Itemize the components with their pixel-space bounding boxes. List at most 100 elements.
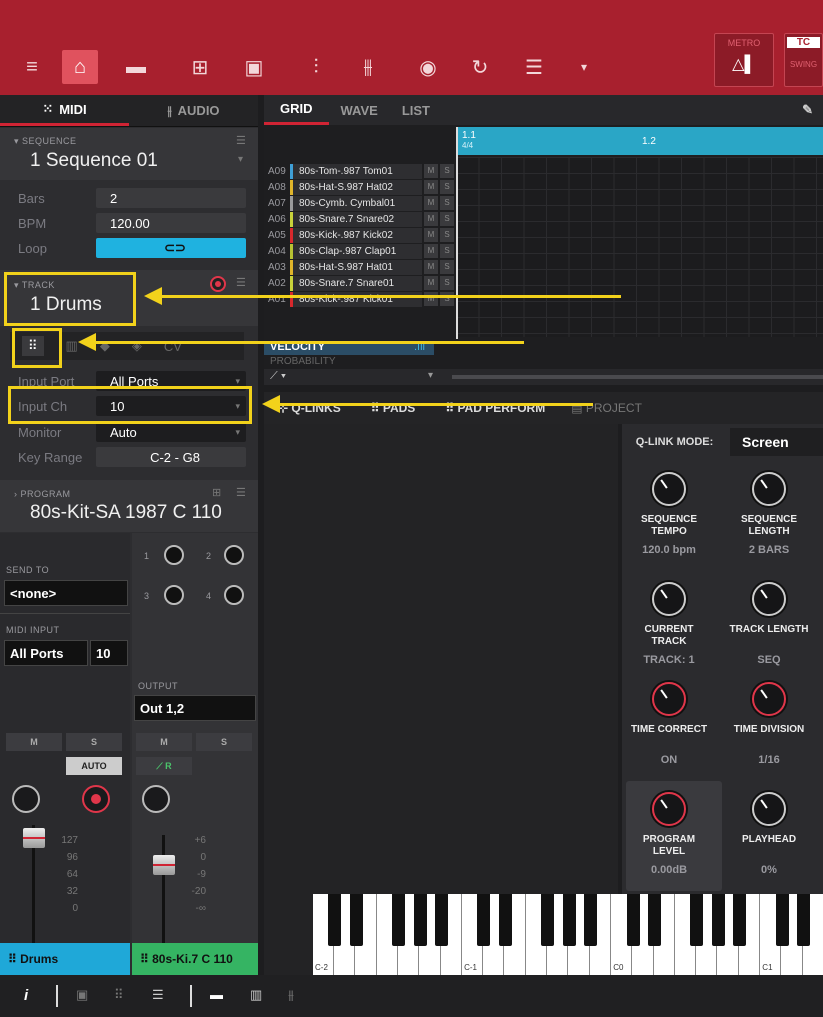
looper-icon[interactable]: ↻: [462, 50, 498, 84]
channel-mixer-icon[interactable]: ⫵: [350, 50, 386, 84]
track-pan-knob[interactable]: [12, 785, 40, 813]
note-grid[interactable]: [456, 157, 823, 337]
solo-button[interactable]: S: [440, 260, 454, 274]
midi-input-port-select[interactable]: All Ports: [4, 640, 88, 666]
sample-edit-icon[interactable]: ▣: [236, 50, 272, 84]
track-record-knob[interactable]: [82, 785, 110, 813]
monitor-select[interactable]: Auto ▾: [96, 422, 246, 442]
program-header[interactable]: › PROGRAM 80s-Kit-SA 1987 C 110 ⊞ ☰: [0, 480, 258, 532]
pad-track-row[interactable]: A01 80s-Kick-.987 Kick01 M S: [264, 291, 454, 307]
black-key[interactable]: [392, 894, 406, 946]
bars-field[interactable]: 2: [96, 188, 246, 208]
mute-button[interactable]: M: [424, 164, 438, 178]
track-fader[interactable]: [23, 828, 45, 848]
playhead[interactable]: [456, 127, 458, 339]
chevron-down-icon[interactable]: ▾: [428, 370, 433, 381]
square-icon[interactable]: ▣: [76, 987, 88, 1003]
chevron-down-icon[interactable]: ▾: [238, 154, 243, 165]
solo-button[interactable]: S: [440, 196, 454, 210]
piano-keyboard[interactable]: C-2 C-1 C0 C1: [313, 894, 823, 975]
mixer-icon[interactable]: ⫶: [298, 50, 334, 84]
black-key[interactable]: [647, 894, 661, 946]
list-icon[interactable]: ☰: [236, 134, 246, 147]
black-key[interactable]: [328, 894, 342, 946]
qlink-knob[interactable]: [652, 582, 686, 616]
horizontal-scrollbar[interactable]: [452, 375, 823, 379]
pad-track-row[interactable]: A05 80s-Kick-.987 Kick02 M S: [264, 227, 454, 243]
add-icon[interactable]: ⊞: [212, 486, 221, 499]
solo-button[interactable]: S: [440, 180, 454, 194]
menu-icon[interactable]: ≡: [14, 50, 50, 84]
program-fader[interactable]: [153, 855, 175, 875]
black-key[interactable]: [711, 894, 725, 946]
mute-button[interactable]: M: [424, 276, 438, 290]
keygroup-type-icon[interactable]: ▥: [66, 338, 78, 354]
send-2-knob[interactable]: [224, 545, 244, 565]
program-mute-button[interactable]: M: [136, 733, 192, 751]
bar-view-icon[interactable]: ▬: [210, 987, 223, 1002]
solo-button[interactable]: S: [440, 228, 454, 242]
probability-lane-label[interactable]: PROBABILITY: [264, 356, 434, 364]
program-pan-knob[interactable]: [142, 785, 170, 813]
mute-button[interactable]: M: [424, 228, 438, 242]
list-view-icon[interactable]: ☰: [152, 987, 164, 1003]
pad-track-row[interactable]: A03 80s-Hat-S.987 Hat01 M S: [264, 259, 454, 275]
main-view-icon[interactable]: ▬: [118, 50, 154, 84]
qlink-knob[interactable]: [752, 472, 786, 506]
track-mute-button[interactable]: M: [6, 733, 62, 751]
mute-button[interactable]: M: [424, 260, 438, 274]
qlink-knob[interactable]: [652, 472, 686, 506]
output-select[interactable]: Out 1,2: [134, 695, 256, 721]
pad-track-row[interactable]: A04 80s-Clap-.987 Clap01 M S: [264, 243, 454, 259]
pad-track-row[interactable]: A08 80s-Hat-S.987 Hat02 M S: [264, 179, 454, 195]
tab-midi[interactable]: ⁙ MIDI: [0, 95, 129, 126]
black-key[interactable]: [541, 894, 555, 946]
pad-track-row[interactable]: A02 80s-Snare.7 Snare01 M S: [264, 275, 454, 291]
send-to-select[interactable]: <none>: [4, 580, 128, 606]
program-solo-button[interactable]: S: [196, 733, 252, 751]
qlink-knob[interactable]: [652, 682, 686, 716]
black-key[interactable]: [562, 894, 576, 946]
tab-grid[interactable]: GRID: [264, 95, 329, 125]
key-range-field[interactable]: C-2 - G8: [96, 447, 246, 467]
track-list-icon[interactable]: ☰: [236, 276, 246, 289]
black-key[interactable]: [583, 894, 597, 946]
loop-toggle[interactable]: ⊂⊃: [96, 238, 246, 258]
black-key[interactable]: [434, 894, 448, 946]
black-key[interactable]: [626, 894, 640, 946]
black-key[interactable]: [690, 894, 704, 946]
black-key[interactable]: [477, 894, 491, 946]
mute-button[interactable]: M: [424, 180, 438, 194]
solo-button[interactable]: S: [440, 244, 454, 258]
metronome-button[interactable]: METRO △▌: [714, 33, 774, 87]
send-4-knob[interactable]: [224, 585, 244, 605]
qlink-knob[interactable]: [752, 792, 786, 826]
mute-button[interactable]: M: [424, 212, 438, 226]
record-disc-icon[interactable]: ◉: [410, 50, 446, 84]
black-key[interactable]: [775, 894, 789, 946]
mute-button[interactable]: M: [424, 244, 438, 258]
timing-correct-button[interactable]: TC SWING: [784, 33, 823, 87]
bpm-field[interactable]: 120.00: [96, 213, 246, 233]
mute-button[interactable]: M: [424, 196, 438, 210]
solo-button[interactable]: S: [440, 164, 454, 178]
program-list-icon[interactable]: ☰: [236, 486, 246, 499]
pencil-icon[interactable]: ✎: [792, 102, 823, 118]
send-1-knob[interactable]: [164, 545, 184, 565]
solo-button[interactable]: S: [440, 212, 454, 226]
automation-button[interactable]: AUTO: [66, 757, 122, 775]
qlink-knob[interactable]: [752, 582, 786, 616]
pad-track-row[interactable]: A06 80s-Snare.7 Snare02 M S: [264, 211, 454, 227]
pad-track-row[interactable]: A09 80s-Tom-.987 Tom01 M S: [264, 163, 454, 179]
tab-audio[interactable]: ⫲ AUDIO: [129, 95, 258, 126]
record-arm-icon[interactable]: [210, 276, 226, 292]
sequence-header[interactable]: ▾ SEQUENCE 1 Sequence 01 ☰ ▾: [0, 128, 258, 180]
pads-view-icon[interactable]: ⠿: [114, 987, 124, 1003]
tab-wave[interactable]: WAVE: [329, 103, 390, 118]
pad-grid-icon[interactable]: ⊞: [182, 50, 218, 84]
more-chevron-icon[interactable]: ▾: [566, 50, 602, 84]
qlink-mode-select[interactable]: Screen: [730, 428, 823, 456]
pad-track-row[interactable]: A07 80s-Cymb. Cymbal01 M S: [264, 195, 454, 211]
black-key[interactable]: [796, 894, 810, 946]
black-key[interactable]: [413, 894, 427, 946]
